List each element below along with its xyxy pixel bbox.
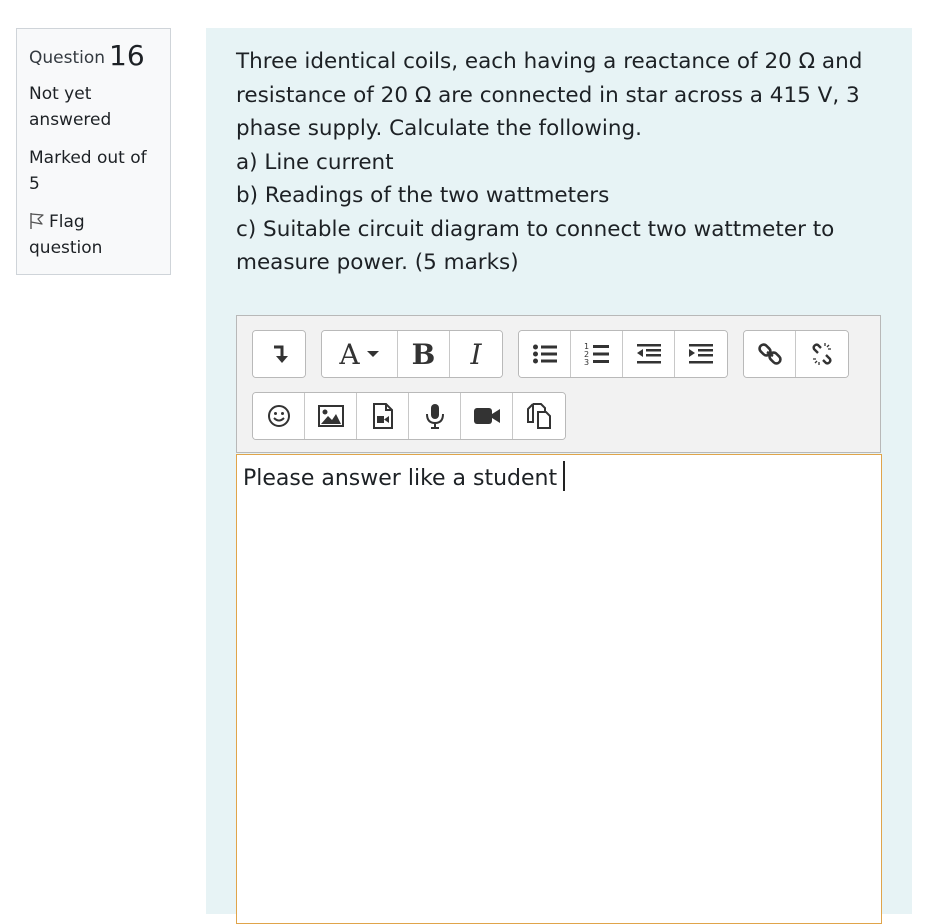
emoji-icon bbox=[267, 405, 290, 427]
toolbar-group-links bbox=[743, 330, 849, 378]
unordered-list-button[interactable] bbox=[519, 331, 571, 377]
italic-icon: I bbox=[470, 337, 482, 371]
font-color-icon: A bbox=[339, 337, 360, 371]
question-number-value: 16 bbox=[109, 39, 145, 72]
question-number: Question 16 bbox=[29, 42, 158, 71]
question-content: Three identical coils, each having a rea… bbox=[206, 28, 912, 924]
toolbar-group-collapse bbox=[252, 330, 306, 378]
question-part-c: c) Suitable circuit diagram to connect t… bbox=[236, 216, 835, 276]
manage-files-button[interactable] bbox=[513, 393, 565, 439]
record-video-button[interactable] bbox=[461, 393, 513, 439]
indent-button[interactable] bbox=[675, 331, 727, 377]
font-color-button[interactable]: A bbox=[322, 331, 398, 377]
image-button[interactable] bbox=[305, 393, 357, 439]
toolbar-group-lists: 1 2 3 bbox=[518, 330, 728, 378]
flag-icon bbox=[30, 213, 44, 229]
question-text: Three identical coils, each having a rea… bbox=[236, 45, 886, 280]
image-icon bbox=[317, 405, 344, 427]
link-icon bbox=[757, 343, 782, 365]
record-video-icon bbox=[473, 408, 500, 424]
question-grade: Marked out of 5 bbox=[29, 148, 147, 194]
editor-toolbar: A B I 1 2 3 bbox=[236, 315, 881, 453]
show-more-buttons[interactable] bbox=[253, 331, 305, 377]
outdent-icon bbox=[636, 344, 661, 364]
outdent-button[interactable] bbox=[623, 331, 675, 377]
question-part-b: b) Readings of the two wattmeters bbox=[236, 183, 610, 208]
chevron-down-icon bbox=[366, 351, 379, 357]
media-icon bbox=[372, 403, 393, 429]
question-state: Not yet answered bbox=[29, 84, 112, 130]
answer-editor[interactable]: Please answer like a student bbox=[236, 454, 882, 924]
toolbar-row-2 bbox=[252, 392, 581, 440]
link-button[interactable] bbox=[744, 331, 796, 377]
emoji-button[interactable] bbox=[253, 393, 305, 439]
media-button[interactable] bbox=[357, 393, 409, 439]
ordered-list-button[interactable]: 1 2 3 bbox=[571, 331, 623, 377]
indent-icon bbox=[689, 344, 713, 364]
toolbar-group-insert bbox=[252, 392, 566, 440]
bold-icon: B bbox=[411, 337, 436, 371]
question-part-a: a) Line current bbox=[236, 149, 394, 175]
manage-files-icon bbox=[527, 403, 551, 429]
bold-button[interactable]: B bbox=[398, 331, 450, 377]
question-label: Question bbox=[29, 48, 106, 68]
ordered-list-icon: 1 2 3 bbox=[584, 342, 609, 367]
record-audio-button[interactable] bbox=[409, 393, 461, 439]
italic-button[interactable]: I bbox=[450, 331, 502, 377]
toolbar-row-1: A B I 1 2 3 bbox=[252, 330, 864, 378]
toolbar-group-style: A B I bbox=[321, 330, 503, 378]
text-cursor bbox=[563, 461, 566, 491]
flag-question-link[interactable]: Flag question bbox=[29, 209, 158, 261]
unordered-list-icon bbox=[532, 344, 557, 364]
unlink-icon bbox=[812, 343, 832, 365]
unlink-button[interactable] bbox=[796, 331, 848, 377]
question-info-panel: Question 16 Not yet answered Marked out o… bbox=[16, 28, 171, 275]
show-more-icon bbox=[274, 345, 288, 363]
svg-text:3: 3 bbox=[584, 358, 589, 367]
record-audio-icon bbox=[425, 404, 444, 429]
answer-text: Please answer like a student bbox=[243, 466, 558, 491]
question-paragraph: Three identical coils, each having a rea… bbox=[236, 49, 863, 141]
